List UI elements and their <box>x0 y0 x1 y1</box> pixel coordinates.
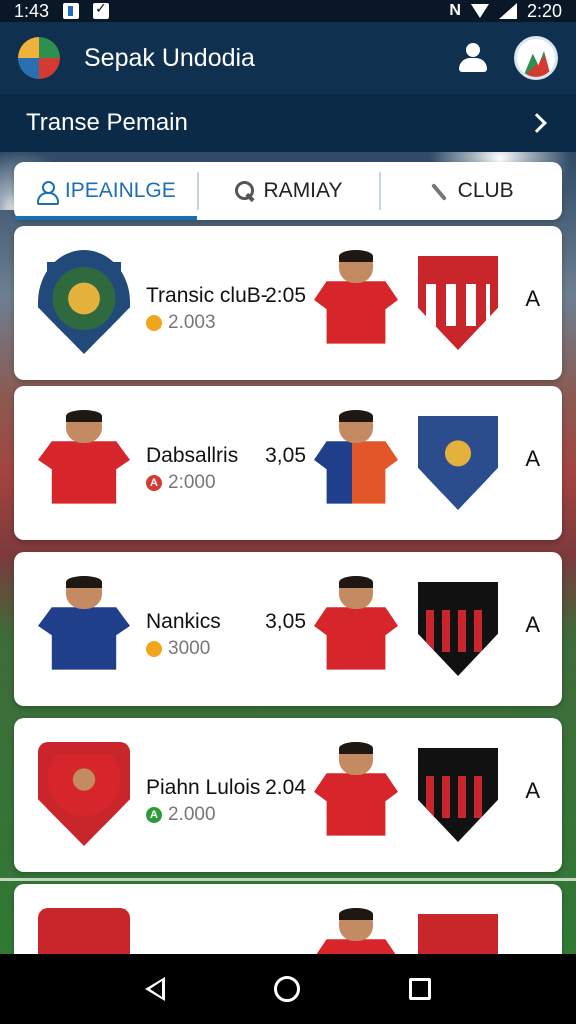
club-crest-to <box>418 416 498 510</box>
tab-label: RAMIAY <box>263 179 343 202</box>
wrench-icon <box>428 180 450 202</box>
pitch-line <box>0 878 576 881</box>
fee-value: 2:000 <box>168 472 216 493</box>
club-crest-to <box>418 582 498 676</box>
section-title: Transe Pemain <box>26 109 188 136</box>
player-image <box>314 410 398 514</box>
transfer-fee: A 2.000 <box>146 804 216 826</box>
signal-icon <box>498 3 517 19</box>
section-header[interactable]: Transe Pemain <box>0 94 576 152</box>
app-bar: Sepak Undodia <box>0 22 576 94</box>
status-bar: 1:43 N 2:20 <box>0 0 576 22</box>
club-crest-from <box>38 250 130 354</box>
transfer-name: Transic cluB- <box>146 284 268 307</box>
tab-club[interactable]: CLUB <box>379 162 562 220</box>
tab-label: CLUB <box>457 179 514 202</box>
player-image <box>314 250 398 354</box>
transfer-card[interactable]: Transic cluB- 2.003 2:05 A <box>14 226 562 380</box>
transfer-card[interactable]: Piahn Lulois A 2.000 2.04 A <box>14 718 562 872</box>
player-image <box>314 742 398 846</box>
system-nav-bar <box>0 954 576 1024</box>
tab-ramiay[interactable]: RAMIAY <box>196 162 380 220</box>
coin-icon <box>146 641 162 657</box>
no-sim-icon: N <box>449 2 461 19</box>
tab-bar: IPEAINLGE RAMIAY CLUB <box>14 162 562 220</box>
fee-value: 2.003 <box>168 312 216 333</box>
player-image <box>314 576 398 680</box>
app-logo <box>18 37 60 79</box>
people-icon[interactable] <box>456 41 490 75</box>
transfer-date: 3,05 <box>265 444 306 467</box>
app-title: Sepak Undodia <box>84 43 255 72</box>
transfer-card[interactable]: Dabsallris A 2:000 3,05 A <box>14 386 562 540</box>
search-icon <box>234 180 256 202</box>
transfer-action[interactable]: A <box>525 612 540 638</box>
transfer-card[interactable]: Nankics 3000 3,05 A <box>14 552 562 706</box>
transfer-action[interactable]: A <box>525 778 540 804</box>
player-image <box>38 576 130 680</box>
transfer-action[interactable]: A <box>525 286 540 312</box>
transfer-date: 2.04 <box>265 776 306 799</box>
club-crest-to <box>418 256 498 350</box>
home-icon[interactable] <box>273 976 300 1002</box>
clock-right: 2:20 <box>526 0 562 21</box>
fee-value: 3000 <box>168 638 211 659</box>
tab-label: IPEAINLGE <box>64 179 176 202</box>
clock-left: 1:43 <box>14 0 50 21</box>
transfer-fee: 3000 <box>146 638 210 660</box>
club-crest-from <box>38 742 130 846</box>
transfer-fee: A 2:000 <box>146 472 216 494</box>
recent-apps-icon[interactable] <box>409 978 432 1000</box>
wifi-icon <box>470 4 489 18</box>
transfer-date: 2:05 <box>265 284 306 307</box>
profile-avatar[interactable] <box>514 36 558 80</box>
tab-pemain[interactable]: IPEAINLGE <box>14 162 197 220</box>
coin-icon: A <box>146 807 162 823</box>
transfer-fee: 2.003 <box>146 312 216 334</box>
transfer-date: 3,05 <box>265 610 306 633</box>
coin-icon: A <box>146 475 162 491</box>
player-image <box>38 410 130 514</box>
transfer-name: Nankics <box>146 610 221 633</box>
chevron-right-icon[interactable] <box>527 113 547 133</box>
back-icon[interactable] <box>144 977 165 1001</box>
club-crest-to <box>418 748 498 842</box>
fee-value: 2.000 <box>168 804 216 825</box>
notification-icon <box>63 3 80 19</box>
transfer-name: Dabsallris <box>146 444 239 467</box>
coin-icon <box>146 315 162 331</box>
transfer-name: Piahn Lulois <box>146 776 261 799</box>
transfer-action[interactable]: A <box>525 446 540 472</box>
user-icon <box>35 180 59 205</box>
check-icon <box>93 0 110 19</box>
